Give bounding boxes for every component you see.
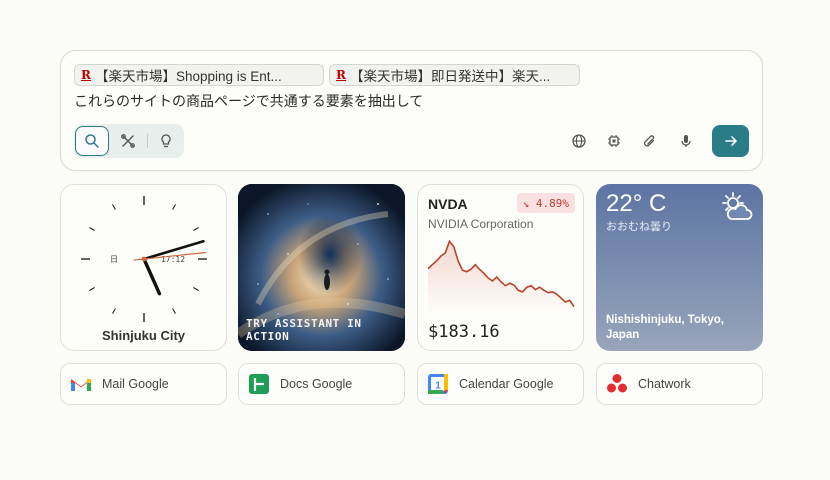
- stock-company-name: NVIDIA Corporation: [428, 217, 534, 231]
- clock-hour-hand: [142, 257, 162, 296]
- microphone-icon: [681, 135, 691, 147]
- voice-button[interactable]: [674, 129, 698, 153]
- chatwork-icon: [606, 373, 628, 395]
- clock-tick: [112, 204, 116, 210]
- shortcut-label: Calendar Google: [459, 377, 554, 391]
- rakuten-icon: R: [81, 68, 91, 82]
- clock-tick: [89, 227, 95, 231]
- prompt-panel: R 【楽天市場】Shopping is Ent... R 【楽天市場】即日発送中…: [60, 50, 763, 171]
- weather-temperature: 22° C: [606, 190, 667, 217]
- shortcut-calendar-google[interactable]: 1 Calendar Google: [417, 363, 584, 405]
- model-button[interactable]: [602, 129, 626, 153]
- chip-icon: [608, 135, 620, 147]
- prompt-input[interactable]: これらのサイトの商品ページで共通する要素を抽出して: [74, 91, 423, 111]
- tools-icon: [121, 134, 135, 148]
- clock-tick: [172, 204, 176, 210]
- tab-chip-2[interactable]: R 【楽天市場】即日発送中】楽天...: [329, 64, 580, 86]
- assistant-caption: TRY ASSISTANT IN ACTION: [246, 317, 362, 343]
- clock-tick: [193, 287, 199, 291]
- search-mode-button[interactable]: [75, 126, 109, 156]
- weather-description: おおむね曇り: [606, 221, 672, 233]
- google-sheets-icon: [248, 373, 270, 395]
- attach-button[interactable]: [638, 129, 662, 153]
- stock-sparkline: [427, 239, 575, 315]
- tab-chip-label: 【楽天市場】Shopping is Ent...: [94, 69, 282, 84]
- tools-mode-button[interactable]: [111, 126, 145, 156]
- shortcut-chatwork[interactable]: Chatwork: [596, 363, 763, 405]
- tab-chip-1[interactable]: R 【楽天市場】Shopping is Ent...: [74, 64, 324, 86]
- clock-widget[interactable]: 日 17:12 Shinjuku City: [60, 184, 227, 351]
- shortcut-label: Docs Google: [280, 377, 353, 391]
- clock-tick: [193, 227, 199, 231]
- stock-widget[interactable]: NVDA NVIDIA Corporation ↘ 4.89% $183.16: [417, 184, 584, 351]
- clock-tick: [89, 287, 95, 291]
- search-icon: [85, 134, 99, 148]
- globe-icon: [572, 134, 586, 148]
- divider: [147, 134, 148, 148]
- stock-change-badge: ↘ 4.89%: [516, 193, 575, 213]
- partly-cloudy-icon: [722, 192, 753, 220]
- think-mode-button[interactable]: [149, 126, 183, 156]
- shortcut-docs-google[interactable]: Docs Google: [238, 363, 405, 405]
- clock-day-label: 日: [110, 255, 118, 264]
- paperclip-icon: [644, 135, 655, 147]
- rakuten-icon: R: [336, 68, 346, 82]
- stock-ticker: NVDA: [428, 196, 468, 212]
- shortcut-label: Chatwork: [638, 377, 691, 391]
- svg-text:1: 1: [435, 381, 441, 392]
- clock-tick: [112, 308, 116, 314]
- shortcut-label: Mail Google: [102, 377, 169, 391]
- weather-location: Nishishinjuku, Tokyo, Japan: [606, 314, 724, 341]
- clock-city: Shinjuku City: [101, 328, 186, 343]
- send-button[interactable]: [712, 125, 749, 157]
- arrow-right-icon: [724, 136, 737, 146]
- stock-price: $183.16: [428, 322, 500, 342]
- mode-selector: [74, 124, 184, 158]
- tab-chip-label: 【楽天市場】即日発送中】楽天...: [349, 69, 551, 84]
- weather-widget[interactable]: 22° C おおむね曇り Nishishinjuku, Tokyo, Japan: [596, 184, 763, 351]
- shortcut-mail-google[interactable]: Mail Google: [60, 363, 227, 405]
- web-search-button[interactable]: [567, 129, 591, 153]
- assistant-promo-card[interactable]: TRY ASSISTANT IN ACTION: [238, 184, 405, 351]
- google-calendar-icon: 1: [427, 373, 449, 395]
- analog-clock: 日 17:12: [81, 196, 207, 322]
- clock-tick: [172, 308, 176, 314]
- clock-center: [141, 256, 147, 262]
- lightbulb-icon: [161, 134, 171, 148]
- gmail-icon: [70, 373, 92, 395]
